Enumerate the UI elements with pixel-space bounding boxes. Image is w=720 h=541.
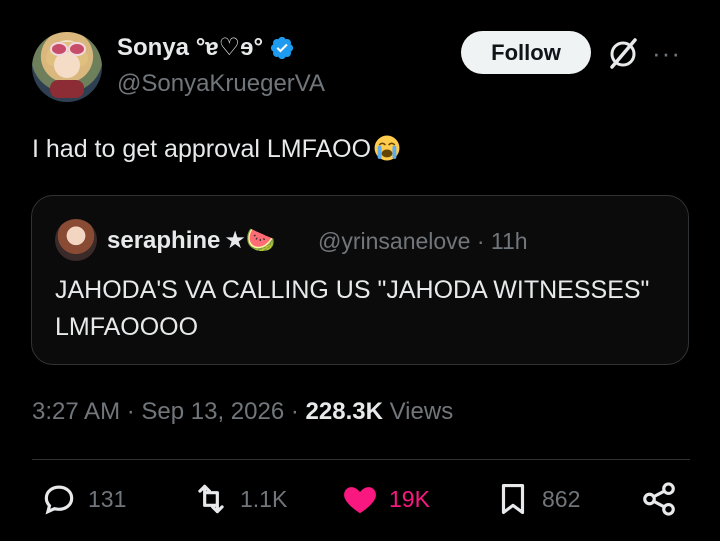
bookmark-icon bbox=[501, 483, 525, 515]
author-avatar[interactable] bbox=[32, 32, 102, 102]
verified-badge-icon bbox=[271, 36, 294, 59]
tweet-text: I had to get approval LMFAOO bbox=[32, 134, 401, 164]
share-icon bbox=[643, 482, 675, 516]
author-name-text[interactable]: Sonya °ɐ♡ɘ° bbox=[117, 33, 263, 62]
divider bbox=[32, 459, 690, 460]
grok-icon[interactable] bbox=[604, 34, 642, 72]
tweet-time[interactable]: 3:27 AM bbox=[32, 398, 120, 425]
author-handle[interactable]: @SonyaKruegerVA bbox=[117, 70, 325, 98]
avatar-goggle-left bbox=[50, 42, 68, 56]
quote-meta: @yrinsanelove · 11h bbox=[318, 228, 528, 255]
follow-button[interactable]: Follow bbox=[461, 31, 591, 74]
retweet-icon bbox=[198, 484, 224, 514]
share-button[interactable] bbox=[640, 480, 678, 518]
retweet-button[interactable]: 1.1K bbox=[192, 480, 287, 518]
bookmark-button[interactable]: 862 bbox=[494, 480, 580, 518]
reply-button[interactable]: 131 bbox=[40, 480, 126, 518]
reply-count: 131 bbox=[88, 485, 127, 512]
more-options-icon[interactable]: ··· bbox=[652, 38, 688, 68]
views-count: 228.3K bbox=[305, 398, 383, 425]
loudly-crying-face-icon bbox=[374, 135, 400, 161]
quote-author-name-text: seraphine bbox=[107, 226, 221, 254]
quote-author-name[interactable]: seraphine ★🍉 bbox=[107, 226, 276, 255]
avatar-scarf bbox=[50, 80, 84, 98]
like-count: 19K bbox=[389, 485, 430, 512]
quote-author-avatar[interactable] bbox=[55, 219, 97, 261]
quote-time: · 11h bbox=[476, 228, 528, 254]
like-button[interactable]: 19K bbox=[341, 480, 430, 518]
reply-icon bbox=[44, 485, 74, 515]
tweet-text-content: I had to get approval LMFAOO bbox=[32, 135, 372, 163]
bookmark-count: 862 bbox=[542, 485, 581, 512]
tweet-date[interactable]: Sep 13, 2026 bbox=[141, 398, 284, 425]
separator-dot: · bbox=[126, 398, 135, 425]
quote-author-handle[interactable]: @yrinsanelove bbox=[318, 228, 470, 254]
separator-dot: · bbox=[290, 398, 299, 425]
tweet-timestamp: 3:27 AM · Sep 13, 2026 · 228.3K Views bbox=[32, 398, 453, 426]
heart-icon bbox=[344, 487, 376, 514]
avatar-goggle-right bbox=[68, 42, 86, 56]
quote-text: JAHODA'S VA CALLING US "JAHODA WITNESSES… bbox=[55, 276, 650, 341]
quote-author-name-suffix: ★🍉 bbox=[224, 227, 276, 254]
retweet-count: 1.1K bbox=[240, 485, 288, 512]
author-display-name[interactable]: Sonya °ɐ♡ɘ° bbox=[117, 33, 295, 62]
views-label: Views bbox=[389, 398, 454, 425]
